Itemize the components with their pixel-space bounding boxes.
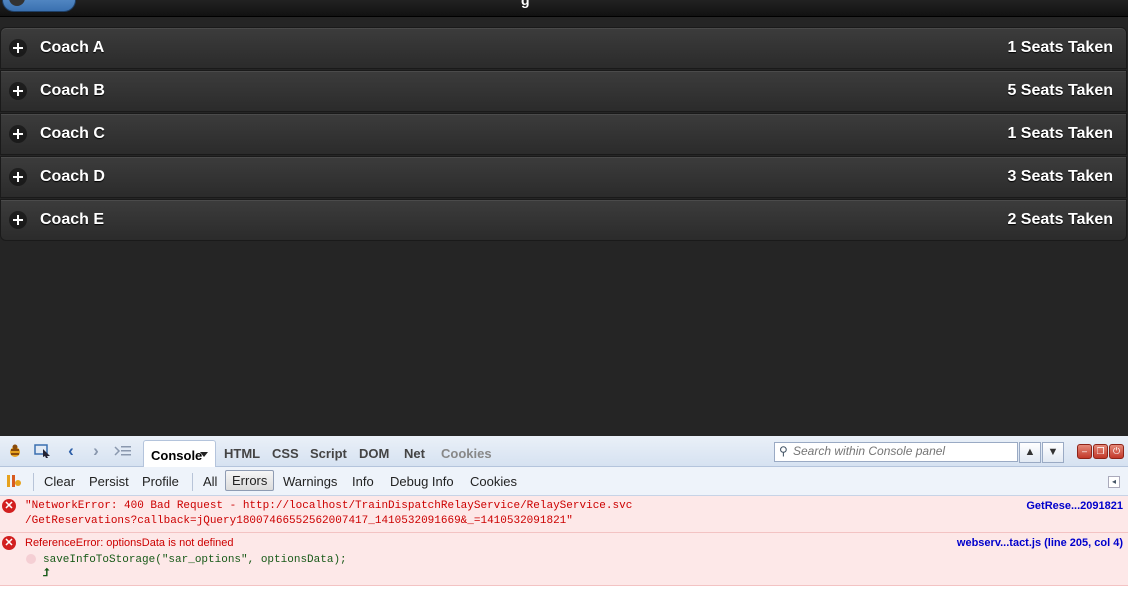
tab-console[interactable]: Console [143, 440, 216, 468]
error-message-line: "NetworkError: 400 Bad Request - http://… [25, 500, 633, 512]
plus-icon [9, 211, 27, 229]
chevron-down-icon [200, 452, 208, 457]
error-source-link[interactable]: webserv...tact.js (line 205, col 4) [957, 537, 1123, 549]
tab-script[interactable]: Script [310, 446, 347, 461]
coach-name: Coach D [40, 168, 105, 185]
console-search-input[interactable] [793, 444, 1013, 458]
console-subtoolbar: Clear Persist Profile All Errors Warning… [0, 467, 1128, 496]
coach-row-b[interactable]: Coach B 5 Seats Taken [0, 70, 1127, 112]
scroll-left-icon[interactable]: ◂ [1108, 476, 1120, 488]
back-arrow-icon[interactable]: ‹ [63, 442, 79, 459]
error-code-line: saveInfoToStorage("sar_options", options… [43, 554, 347, 566]
filter-debug-info-button[interactable]: Debug Info [390, 474, 454, 489]
filter-warnings-button[interactable]: Warnings [283, 474, 337, 489]
coach-seats-taken: 3 Seats Taken [1007, 168, 1113, 185]
profile-button[interactable]: Profile [142, 474, 179, 489]
error-source-link[interactable]: GetRese...2091821 [1026, 500, 1123, 512]
tab-console-label: Console [151, 448, 203, 463]
coach-row-d[interactable]: Coach D 3 Seats Taken [0, 156, 1127, 198]
coach-name: Coach B [40, 82, 105, 99]
back-button-knob [9, 0, 25, 6]
coach-name: Coach A [40, 39, 105, 56]
error-message: ReferenceError: optionsData is not defin… [25, 537, 234, 549]
error-icon: ✕ [2, 499, 16, 513]
filter-all-button[interactable]: All [203, 474, 217, 489]
log-entry-network-error[interactable]: ✕ "NetworkError: 400 Bad Request - http:… [0, 496, 1128, 533]
filter-info-button[interactable]: Info [352, 474, 374, 489]
search-icon: ⚲ [779, 444, 788, 458]
search-next-button[interactable]: ▼ [1042, 442, 1064, 463]
plus-icon [9, 168, 27, 186]
coach-list: Coach A 1 Seats Taken Coach B 5 Seats Ta… [0, 27, 1127, 242]
firebug-toolbar: ‹ › Console HTML CSS Script DOM Net Cook… [0, 436, 1128, 468]
filter-errors-button[interactable]: Errors [225, 470, 275, 491]
coach-seats-taken: 1 Seats Taken [1007, 39, 1113, 56]
coach-seats-taken: 5 Seats Taken [1007, 82, 1113, 99]
tab-css[interactable]: CSS [272, 446, 299, 461]
tab-cookies[interactable]: Cookies [441, 446, 492, 461]
tab-net[interactable]: Net [404, 446, 425, 461]
separator [33, 473, 34, 491]
header-back-button[interactable] [2, 0, 76, 12]
tab-dom[interactable]: DOM [359, 446, 389, 461]
coach-name: Coach C [40, 125, 105, 142]
error-icon: ✕ [2, 536, 16, 550]
forward-arrow-icon[interactable]: › [88, 442, 104, 459]
breakpoint-dot[interactable] [26, 554, 36, 564]
log-entry-reference-error[interactable]: ✕ ReferenceError: optionsData is not def… [0, 533, 1128, 586]
header-title: g [521, 0, 530, 8]
plus-icon [9, 125, 27, 143]
clear-button[interactable]: Clear [44, 474, 75, 489]
error-message-line: /GetReservations?callback=jQuery18007466… [25, 515, 573, 527]
console-search-box[interactable]: ⚲ [774, 442, 1018, 462]
coach-row-a[interactable]: Coach A 1 Seats Taken [0, 27, 1127, 69]
coach-name: Coach E [40, 211, 105, 228]
coach-seats-taken: 1 Seats Taken [1007, 125, 1113, 142]
filter-cookies-button[interactable]: Cookies [470, 474, 517, 489]
coach-row-c[interactable]: Coach C 1 Seats Taken [0, 113, 1127, 155]
plus-icon [9, 82, 27, 100]
persist-button[interactable]: Persist [89, 474, 129, 489]
separator [192, 473, 193, 491]
detach-icon[interactable]: ❐ [1093, 444, 1108, 459]
coach-seats-taken: 2 Seats Taken [1007, 211, 1113, 228]
console-log: ✕ "NetworkError: 400 Bad Request - http:… [0, 496, 1128, 586]
minimize-icon[interactable]: – [1077, 444, 1092, 459]
plus-icon [9, 39, 27, 57]
close-icon[interactable]: ⏻ [1109, 444, 1124, 459]
app-header: g [0, 0, 1128, 17]
command-line-icon[interactable] [114, 444, 131, 458]
stack-trace-arrow-icon[interactable]: ⮥ [43, 567, 50, 580]
coach-row-e[interactable]: Coach E 2 Seats Taken [0, 199, 1127, 241]
firebug-bug-icon[interactable] [7, 444, 23, 458]
search-prev-button[interactable]: ▲ [1019, 442, 1041, 463]
tab-html[interactable]: HTML [224, 446, 260, 461]
firebug-panel: ‹ › Console HTML CSS Script DOM Net Cook… [0, 436, 1128, 597]
inspect-icon[interactable] [34, 444, 50, 458]
break-on-error-icon[interactable] [6, 473, 22, 489]
